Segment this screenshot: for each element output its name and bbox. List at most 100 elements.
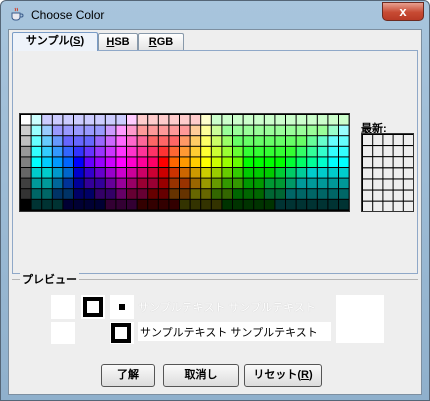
swatch-cell[interactable]: [74, 199, 84, 210]
swatch-cell[interactable]: [74, 136, 84, 146]
swatch-cell[interactable]: [31, 168, 42, 178]
swatch-cell[interactable]: [243, 157, 254, 167]
swatch-cell[interactable]: [222, 125, 232, 136]
swatch-cell[interactable]: [233, 189, 243, 199]
swatch-cell[interactable]: [169, 146, 179, 157]
swatch-cell[interactable]: [233, 146, 243, 157]
recent-swatch-grid[interactable]: [361, 133, 414, 212]
swatch-cell[interactable]: [31, 157, 42, 167]
swatch-cell[interactable]: [254, 199, 264, 210]
swatch-cell[interactable]: [296, 125, 307, 136]
swatch-cell[interactable]: [286, 115, 296, 125]
swatch-cell[interactable]: [243, 189, 254, 199]
swatch-cell[interactable]: [158, 125, 169, 136]
swatch-cell[interactable]: [201, 136, 211, 146]
swatch-cell[interactable]: [116, 136, 126, 146]
swatch-cell[interactable]: [201, 189, 211, 199]
swatch-cell[interactable]: [148, 189, 158, 199]
recent-swatch-cell[interactable]: [393, 168, 403, 179]
swatch-cell[interactable]: [21, 199, 31, 210]
swatch-cell[interactable]: [180, 157, 190, 167]
recent-swatch-cell[interactable]: [393, 201, 403, 212]
swatch-cell[interactable]: [52, 136, 63, 146]
recent-swatch-cell[interactable]: [363, 179, 373, 190]
swatch-cell[interactable]: [42, 115, 52, 125]
swatch-cell[interactable]: [275, 136, 285, 146]
swatch-cell[interactable]: [148, 136, 158, 146]
swatch-cell[interactable]: [307, 168, 317, 178]
title-bar[interactable]: Choose Color x: [1, 1, 429, 29]
swatch-cell[interactable]: [63, 125, 73, 136]
swatch-cell[interactable]: [222, 146, 232, 157]
swatch-cell[interactable]: [233, 136, 243, 146]
swatch-cell[interactable]: [52, 199, 63, 210]
swatch-cell[interactable]: [243, 146, 254, 157]
swatch-cell[interactable]: [190, 168, 201, 178]
swatch-cell[interactable]: [169, 125, 179, 136]
swatch-cell[interactable]: [148, 125, 158, 136]
swatch-cell[interactable]: [233, 115, 243, 125]
swatch-cell[interactable]: [317, 115, 328, 125]
swatch-cell[interactable]: [21, 168, 31, 178]
swatch-cell[interactable]: [169, 189, 179, 199]
recent-swatch-cell[interactable]: [363, 201, 373, 212]
swatch-cell[interactable]: [169, 136, 179, 146]
swatch-cell[interactable]: [275, 146, 285, 157]
swatch-cell[interactable]: [105, 125, 116, 136]
swatch-cell[interactable]: [190, 178, 201, 189]
swatch-cell[interactable]: [296, 136, 307, 146]
swatch-cell[interactable]: [328, 146, 338, 157]
swatch-cell[interactable]: [211, 125, 222, 136]
recent-swatch-cell[interactable]: [363, 146, 373, 157]
swatch-cell[interactable]: [137, 178, 148, 189]
swatch-cell[interactable]: [190, 115, 201, 125]
swatch-cell[interactable]: [148, 157, 158, 167]
swatch-cell[interactable]: [307, 189, 317, 199]
swatch-cell[interactable]: [127, 157, 137, 167]
swatch-cell[interactable]: [233, 168, 243, 178]
swatch-cell[interactable]: [42, 125, 52, 136]
swatch-cell[interactable]: [137, 125, 148, 136]
swatch-cell[interactable]: [275, 157, 285, 167]
recent-swatch-cell[interactable]: [363, 157, 373, 168]
cancel-button[interactable]: 取消し: [163, 364, 239, 387]
swatch-cell[interactable]: [296, 178, 307, 189]
swatch-cell[interactable]: [211, 168, 222, 178]
close-button[interactable]: x: [382, 2, 424, 21]
swatch-cell[interactable]: [296, 189, 307, 199]
swatch-cell[interactable]: [31, 125, 42, 136]
swatch-cell[interactable]: [211, 157, 222, 167]
swatch-cell[interactable]: [243, 199, 254, 210]
swatch-cell[interactable]: [169, 199, 179, 210]
recent-swatch-cell[interactable]: [383, 135, 393, 145]
swatch-cell[interactable]: [116, 146, 126, 157]
recent-swatch-cell[interactable]: [403, 201, 413, 212]
swatch-cell[interactable]: [222, 136, 232, 146]
swatch-cell[interactable]: [74, 189, 84, 199]
recent-swatch-cell[interactable]: [403, 168, 413, 179]
swatch-cell[interactable]: [190, 136, 201, 146]
swatch-cell[interactable]: [339, 115, 349, 125]
swatch-cell[interactable]: [180, 125, 190, 136]
swatch-cell[interactable]: [211, 115, 222, 125]
swatch-cell[interactable]: [233, 178, 243, 189]
swatch-cell[interactable]: [137, 199, 148, 210]
swatch-cell[interactable]: [275, 168, 285, 178]
swatch-grid[interactable]: [19, 113, 350, 212]
swatch-cell[interactable]: [127, 189, 137, 199]
swatch-cell[interactable]: [105, 178, 116, 189]
swatch-cell[interactable]: [127, 199, 137, 210]
swatch-cell[interactable]: [190, 189, 201, 199]
swatch-cell[interactable]: [307, 125, 317, 136]
swatch-cell[interactable]: [63, 168, 73, 178]
swatch-cell[interactable]: [158, 157, 169, 167]
swatch-cell[interactable]: [137, 168, 148, 178]
swatch-cell[interactable]: [148, 115, 158, 125]
swatch-cell[interactable]: [63, 146, 73, 157]
swatch-cell[interactable]: [158, 199, 169, 210]
swatch-cell[interactable]: [52, 168, 63, 178]
swatch-cell[interactable]: [95, 199, 105, 210]
swatch-cell[interactable]: [201, 115, 211, 125]
swatch-cell[interactable]: [42, 189, 52, 199]
recent-swatch-cell[interactable]: [373, 190, 383, 201]
